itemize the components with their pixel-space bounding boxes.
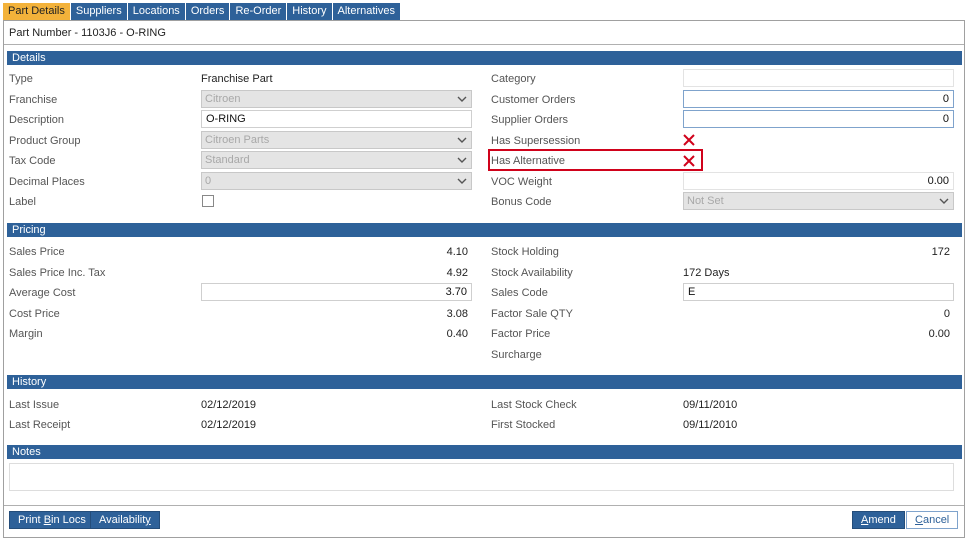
print-bin-locs-label-pre: Print <box>18 514 44 526</box>
average-cost-label: Average Cost <box>9 287 76 299</box>
part-details-panel: Part Number - 1103J6 - O-RING Details Ty… <box>3 20 965 538</box>
x-mark-icon <box>683 155 695 167</box>
franchise-select[interactable]: Citroen <box>201 90 472 108</box>
description-label: Description <box>9 114 65 126</box>
tax-code-select[interactable]: Standard <box>201 151 472 169</box>
tab-re-order[interactable]: Re-Order <box>230 3 288 20</box>
voc-weight-field[interactable]: 0.00 <box>683 172 954 190</box>
footer-divider <box>4 505 964 506</box>
cancel-label-post: ancel <box>922 514 950 526</box>
tab-locations[interactable]: Locations <box>127 3 186 20</box>
sales-price-inc-tax-value: 4.92 <box>446 267 468 279</box>
stock-availability-label: Stock Availability <box>491 267 573 279</box>
cancel-accesskey: C <box>915 514 923 526</box>
print-bin-locs-button[interactable]: Print Bin Locs <box>9 511 95 529</box>
supplier-orders-label: Supplier Orders <box>491 114 569 126</box>
sales-code-label: Sales Code <box>491 287 548 299</box>
chevron-down-icon <box>457 157 467 163</box>
tab-suppliers[interactable]: Suppliers <box>70 3 128 20</box>
page-title: Part Number - 1103J6 - O-RING <box>9 27 166 39</box>
last-receipt-label: Last Receipt <box>9 419 71 431</box>
amend-label-post: mend <box>868 514 896 526</box>
type-value: Franchise Part <box>201 73 273 85</box>
average-cost-field[interactable]: 3.70 <box>201 283 472 301</box>
tab-bar: Part Details Suppliers Locations Orders … <box>3 3 401 20</box>
label-label: Label <box>9 196 36 208</box>
factor-sale-qty-label: Factor Sale QTY <box>491 308 573 320</box>
print-bin-locs-accesskey: B <box>43 514 52 526</box>
customer-orders-field[interactable]: 0 <box>683 90 954 108</box>
cancel-button[interactable]: Cancel <box>906 511 959 529</box>
section-header-notes: Notes <box>7 445 962 459</box>
bonus-code-select[interactable]: Not Set <box>683 192 954 210</box>
notes-field[interactable] <box>9 463 954 491</box>
availability-label-pre: Availabilit <box>99 514 146 526</box>
last-issue-value: 02/12/2019 <box>201 399 257 411</box>
sales-code-field[interactable]: E <box>683 283 954 301</box>
first-stocked-value: 09/11/2010 <box>683 419 738 431</box>
chevron-down-icon <box>939 198 949 204</box>
has-supersession-label: Has Supersession <box>491 135 581 147</box>
description-field[interactable]: O-RING <box>201 110 472 128</box>
decimal-places-label: Decimal Places <box>9 176 85 188</box>
x-mark-icon <box>683 134 695 146</box>
chevron-down-icon <box>457 96 467 102</box>
tax-code-select-value: Standard <box>205 154 250 166</box>
sales-price-label: Sales Price <box>9 246 65 258</box>
tab-orders[interactable]: Orders <box>185 3 231 20</box>
tab-part-details[interactable]: Part Details <box>3 3 71 20</box>
decimal-places-select-value: 0 <box>205 175 212 187</box>
label-checkbox[interactable] <box>202 195 214 207</box>
first-stocked-label: First Stocked <box>491 419 556 431</box>
cost-price-value: 3.08 <box>446 308 468 320</box>
has-alternative-label: Has Alternative <box>491 155 565 167</box>
last-issue-label: Last Issue <box>9 399 60 411</box>
sales-price-inc-tax-label: Sales Price Inc. Tax <box>9 267 106 279</box>
margin-value: 0.40 <box>446 328 468 340</box>
availability-accesskey: y <box>145 514 151 526</box>
section-header-history: History <box>7 375 962 389</box>
last-receipt-value: 02/12/2019 <box>201 419 257 431</box>
tax-code-label: Tax Code <box>9 155 56 167</box>
factor-price-label: Factor Price <box>491 328 551 340</box>
last-stock-check-value: 09/11/2010 <box>683 399 738 411</box>
stock-holding-label: Stock Holding <box>491 246 559 258</box>
product-group-select[interactable]: Citroen Parts <box>201 131 472 149</box>
section-header-pricing: Pricing <box>7 223 962 237</box>
franchise-select-value: Citroen <box>205 93 241 105</box>
chevron-down-icon <box>457 137 467 143</box>
divider <box>4 44 964 45</box>
factor-sale-qty-value: 0 <box>943 308 950 320</box>
bonus-code-select-value: Not Set <box>687 195 724 207</box>
amend-button[interactable]: Amend <box>852 511 905 529</box>
stock-holding-value: 172 <box>931 246 950 258</box>
franchise-label: Franchise <box>9 94 58 106</box>
availability-button[interactable]: Availability <box>90 511 160 529</box>
section-header-details: Details <box>7 51 962 65</box>
margin-label: Margin <box>9 328 43 340</box>
category-label: Category <box>491 73 536 85</box>
product-group-label: Product Group <box>9 135 81 147</box>
tab-alternatives[interactable]: Alternatives <box>332 3 401 20</box>
sales-price-value: 4.10 <box>446 246 468 258</box>
factor-price-value: 0.00 <box>928 328 950 340</box>
surcharge-label: Surcharge <box>491 349 542 361</box>
tab-history[interactable]: History <box>287 3 333 20</box>
last-stock-check-label: Last Stock Check <box>491 399 577 411</box>
cost-price-label: Cost Price <box>9 308 60 320</box>
customer-orders-label: Customer Orders <box>491 94 576 106</box>
category-field[interactable] <box>683 69 954 87</box>
type-label: Type <box>9 73 33 85</box>
stock-availability-value: 172 Days <box>683 267 730 279</box>
supplier-orders-field[interactable]: 0 <box>683 110 954 128</box>
decimal-places-select[interactable]: 0 <box>201 172 472 190</box>
product-group-select-value: Citroen Parts <box>205 134 270 146</box>
print-bin-locs-label-post: in Locs <box>51 514 86 526</box>
chevron-down-icon <box>457 178 467 184</box>
bonus-code-label: Bonus Code <box>491 196 552 208</box>
voc-weight-label: VOC Weight <box>491 176 552 188</box>
